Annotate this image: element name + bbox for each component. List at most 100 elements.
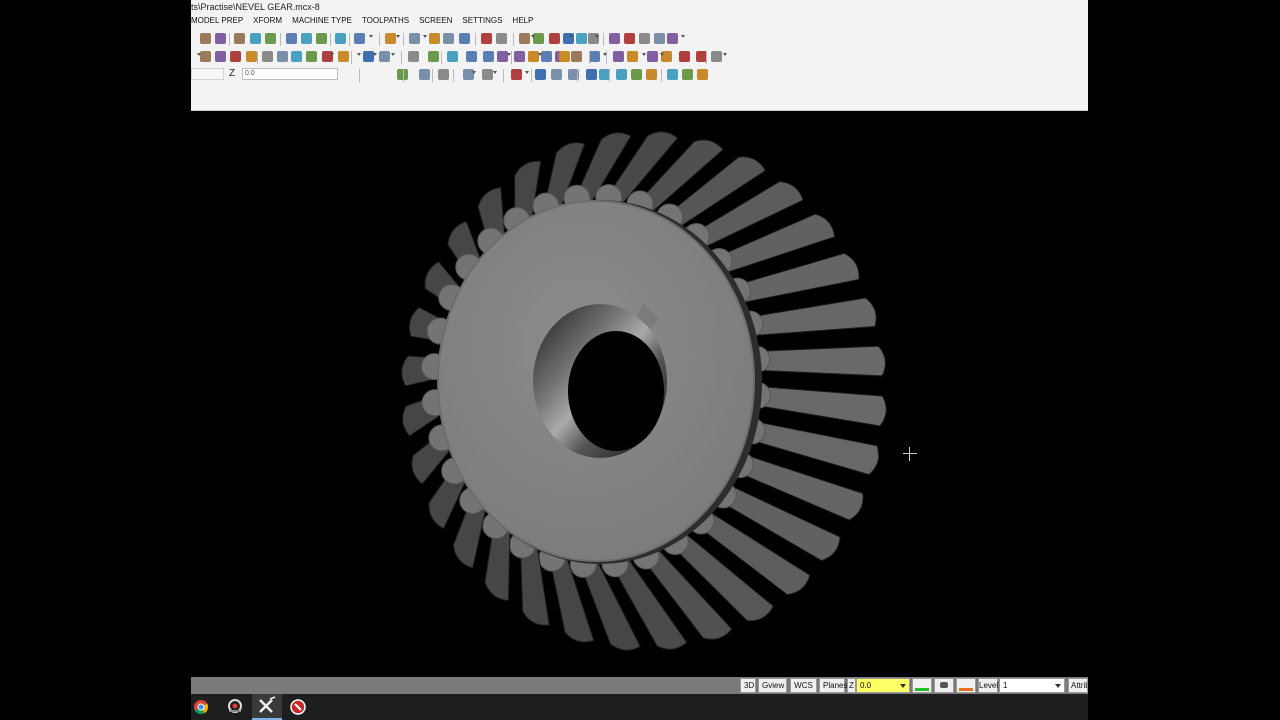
z-status-combo[interactable]: 0.0	[856, 678, 910, 693]
rotate-icon[interactable]	[306, 51, 317, 62]
help-icon[interactable]	[438, 69, 449, 80]
chevron-down-icon[interactable]	[681, 35, 685, 38]
pencil-icon[interactable]	[639, 33, 650, 44]
chevron-down-icon[interactable]	[357, 53, 361, 56]
zoom-icon[interactable]	[408, 51, 419, 62]
menu-machine-type[interactable]: MACHINE TYPE	[292, 16, 352, 29]
grid-icon[interactable]	[459, 33, 470, 44]
help-icon[interactable]	[654, 33, 665, 44]
sphere-icon[interactable]	[616, 69, 627, 80]
sphere-icon[interactable]	[286, 33, 297, 44]
shade-icon[interactable]	[428, 51, 439, 62]
plane-icon[interactable]	[551, 69, 562, 80]
chevron-down-icon[interactable]	[538, 53, 542, 56]
help-icon[interactable]	[496, 33, 507, 44]
pencil-icon[interactable]	[514, 51, 525, 62]
menu-settings[interactable]: SETTINGS	[462, 16, 502, 29]
sphere-icon[interactable]	[354, 33, 365, 44]
chevron-down-icon[interactable]	[525, 71, 529, 74]
wire-icon[interactable]	[711, 51, 722, 62]
pencil-icon[interactable]	[481, 33, 492, 44]
solid-icon[interactable]	[335, 33, 346, 44]
chevron-down-icon[interactable]	[531, 35, 535, 38]
chevron-down-icon[interactable]	[330, 53, 334, 56]
pencil-icon[interactable]	[230, 51, 241, 62]
taskbar-capture[interactable]	[284, 694, 314, 720]
zoom-icon[interactable]	[215, 33, 226, 44]
help-icon[interactable]	[200, 33, 211, 44]
plane-icon[interactable]	[379, 51, 390, 62]
help-icon[interactable]	[519, 33, 530, 44]
menu-model-prep[interactable]: MODEL PREP	[191, 16, 243, 29]
grid-icon[interactable]	[447, 51, 458, 62]
help-icon[interactable]	[234, 33, 245, 44]
wcs-button[interactable]: WCS	[790, 678, 817, 693]
menu-xform[interactable]: XFORM	[253, 16, 282, 29]
menu-screen[interactable]: SCREEN	[419, 16, 452, 29]
chevron-down-icon[interactable]	[595, 35, 599, 38]
cube-icon[interactable]	[613, 51, 624, 62]
chevron-down-icon[interactable]	[493, 71, 497, 74]
rotate-icon[interactable]	[589, 51, 600, 62]
level-combo[interactable]: 1	[999, 678, 1065, 693]
chevron-down-icon[interactable]	[723, 53, 727, 56]
solid-icon[interactable]	[483, 51, 494, 62]
rotate-icon[interactable]	[466, 51, 477, 62]
shade-icon[interactable]	[576, 33, 587, 44]
rotate-icon[interactable]	[535, 69, 546, 80]
plane-icon[interactable]	[571, 51, 582, 62]
view-icon[interactable]	[338, 51, 349, 62]
shade-icon[interactable]	[429, 33, 440, 44]
zoom-icon[interactable]	[679, 51, 690, 62]
menu-toolpaths[interactable]: TOOLPATHS	[362, 16, 409, 29]
chevron-down-icon[interactable]	[472, 71, 476, 74]
grid-icon[interactable]	[627, 51, 638, 62]
taskbar-recorder[interactable]	[221, 694, 251, 720]
solid-icon[interactable]	[586, 69, 597, 80]
solid-icon[interactable]	[301, 33, 312, 44]
3d-button[interactable]: 3D	[740, 678, 756, 693]
chevron-down-icon[interactable]	[391, 53, 395, 56]
shade-icon[interactable]	[541, 51, 552, 62]
zoom-icon[interactable]	[419, 69, 430, 80]
planes-button[interactable]: Planes	[819, 678, 847, 693]
attributes-button[interactable]: Attrib	[1068, 678, 1088, 693]
chevron-down-icon[interactable]	[197, 53, 201, 56]
chevron-down-icon[interactable]	[660, 53, 664, 56]
chevron-down-icon[interactable]	[569, 35, 573, 38]
plane-icon[interactable]	[482, 69, 493, 80]
point-style-button[interactable]	[934, 678, 954, 693]
zoom-icon[interactable]	[443, 33, 454, 44]
grid-icon[interactable]	[559, 51, 570, 62]
view-icon[interactable]	[316, 33, 327, 44]
graphics-viewport[interactable]	[191, 111, 1088, 677]
cube-icon[interactable]	[647, 51, 658, 62]
chevron-down-icon[interactable]	[373, 53, 377, 56]
zoom-icon[interactable]	[409, 33, 420, 44]
solid-icon[interactable]	[631, 69, 642, 80]
chevron-down-icon[interactable]	[642, 53, 646, 56]
wire-icon[interactable]	[667, 33, 678, 44]
view-icon[interactable]	[646, 69, 657, 80]
plane-icon[interactable]	[277, 51, 288, 62]
color-green-button[interactable]	[912, 678, 932, 693]
rotate-icon[interactable]	[250, 33, 261, 44]
attribute-combo[interactable]	[191, 68, 224, 80]
shade-icon[interactable]	[246, 51, 257, 62]
taskbar-mastercam[interactable]	[252, 694, 282, 720]
chevron-down-icon[interactable]	[396, 35, 400, 38]
rotate-icon[interactable]	[682, 69, 693, 80]
color-orange-button[interactable]	[956, 678, 976, 693]
pencil-icon[interactable]	[549, 33, 560, 44]
grid-icon[interactable]	[697, 69, 708, 80]
shade-icon[interactable]	[291, 51, 302, 62]
zoom-icon[interactable]	[624, 33, 635, 44]
chevron-down-icon[interactable]	[369, 35, 373, 38]
taskbar-chrome[interactable]	[191, 694, 221, 720]
help-icon[interactable]	[609, 33, 620, 44]
chevron-down-icon[interactable]	[423, 35, 427, 38]
z-depth-input[interactable]: 0.0	[242, 68, 338, 80]
view-icon[interactable]	[385, 33, 396, 44]
grid-icon[interactable]	[265, 33, 276, 44]
gview-button[interactable]: Gview	[758, 678, 787, 693]
